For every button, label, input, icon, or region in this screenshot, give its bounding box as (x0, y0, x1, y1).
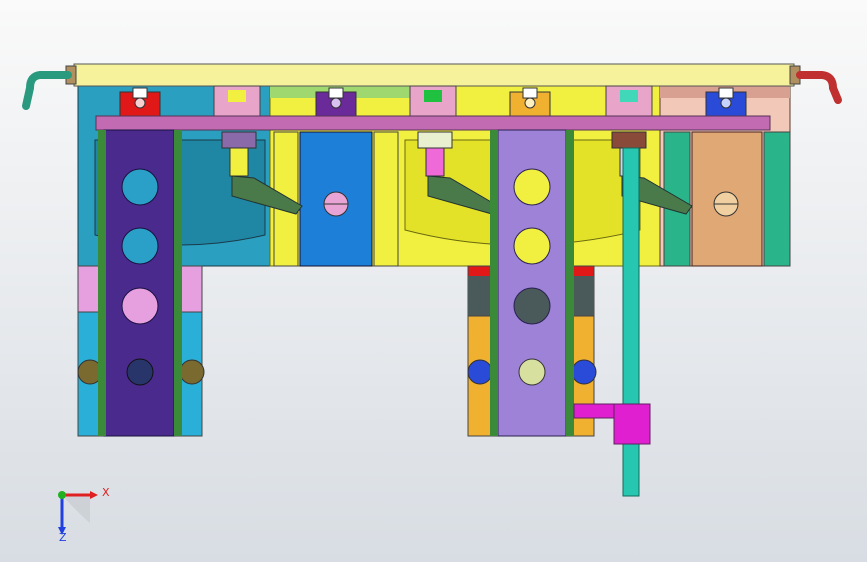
left-tower-hole-2 (121, 227, 159, 265)
triad-graphic (58, 491, 98, 535)
side-rail-4 (763, 131, 791, 267)
sensor-orange[interactable] (509, 87, 551, 117)
left-tower-rail-r (174, 130, 182, 436)
right-tower-hole-3 (513, 287, 551, 325)
top-rail[interactable] (73, 63, 795, 87)
cross-plate[interactable] (95, 115, 771, 131)
upper-bracket-window-1 (228, 90, 246, 102)
handle-left[interactable] (22, 71, 72, 110)
triad-z-label: Z (59, 531, 67, 544)
sensor-blue[interactable] (705, 87, 747, 117)
handle-right[interactable] (796, 71, 842, 104)
orientation-triad: X Z (40, 475, 110, 549)
left-tower-rail-l (98, 130, 106, 436)
triad-y-axis (58, 491, 66, 499)
fixture-assembly-model[interactable] (0, 0, 867, 562)
right-tower-hole-2 (513, 227, 551, 265)
sensor-purple[interactable] (315, 87, 357, 117)
right-tower-bolt (518, 358, 546, 386)
left-knob-2[interactable] (179, 359, 205, 385)
left-tower-hole-1 (121, 168, 159, 206)
upper-bracket-window-2 (424, 90, 442, 102)
upper-bracket-window-3 (620, 90, 638, 102)
right-tower-rail-l (490, 130, 498, 436)
right-tower-hole-1 (513, 168, 551, 206)
right-knob[interactable] (467, 359, 493, 385)
side-rail-2 (373, 131, 399, 267)
cad-viewport[interactable]: X Z (0, 0, 867, 562)
left-tower-bolt (126, 358, 154, 386)
left-tower-hole-3 (121, 287, 159, 325)
right-knob-2[interactable] (571, 359, 597, 385)
right-tower-rail-r (566, 130, 574, 436)
triad-x-label: X (102, 486, 110, 499)
rod-bracket[interactable] (613, 403, 651, 445)
sensor-red[interactable] (119, 87, 161, 117)
